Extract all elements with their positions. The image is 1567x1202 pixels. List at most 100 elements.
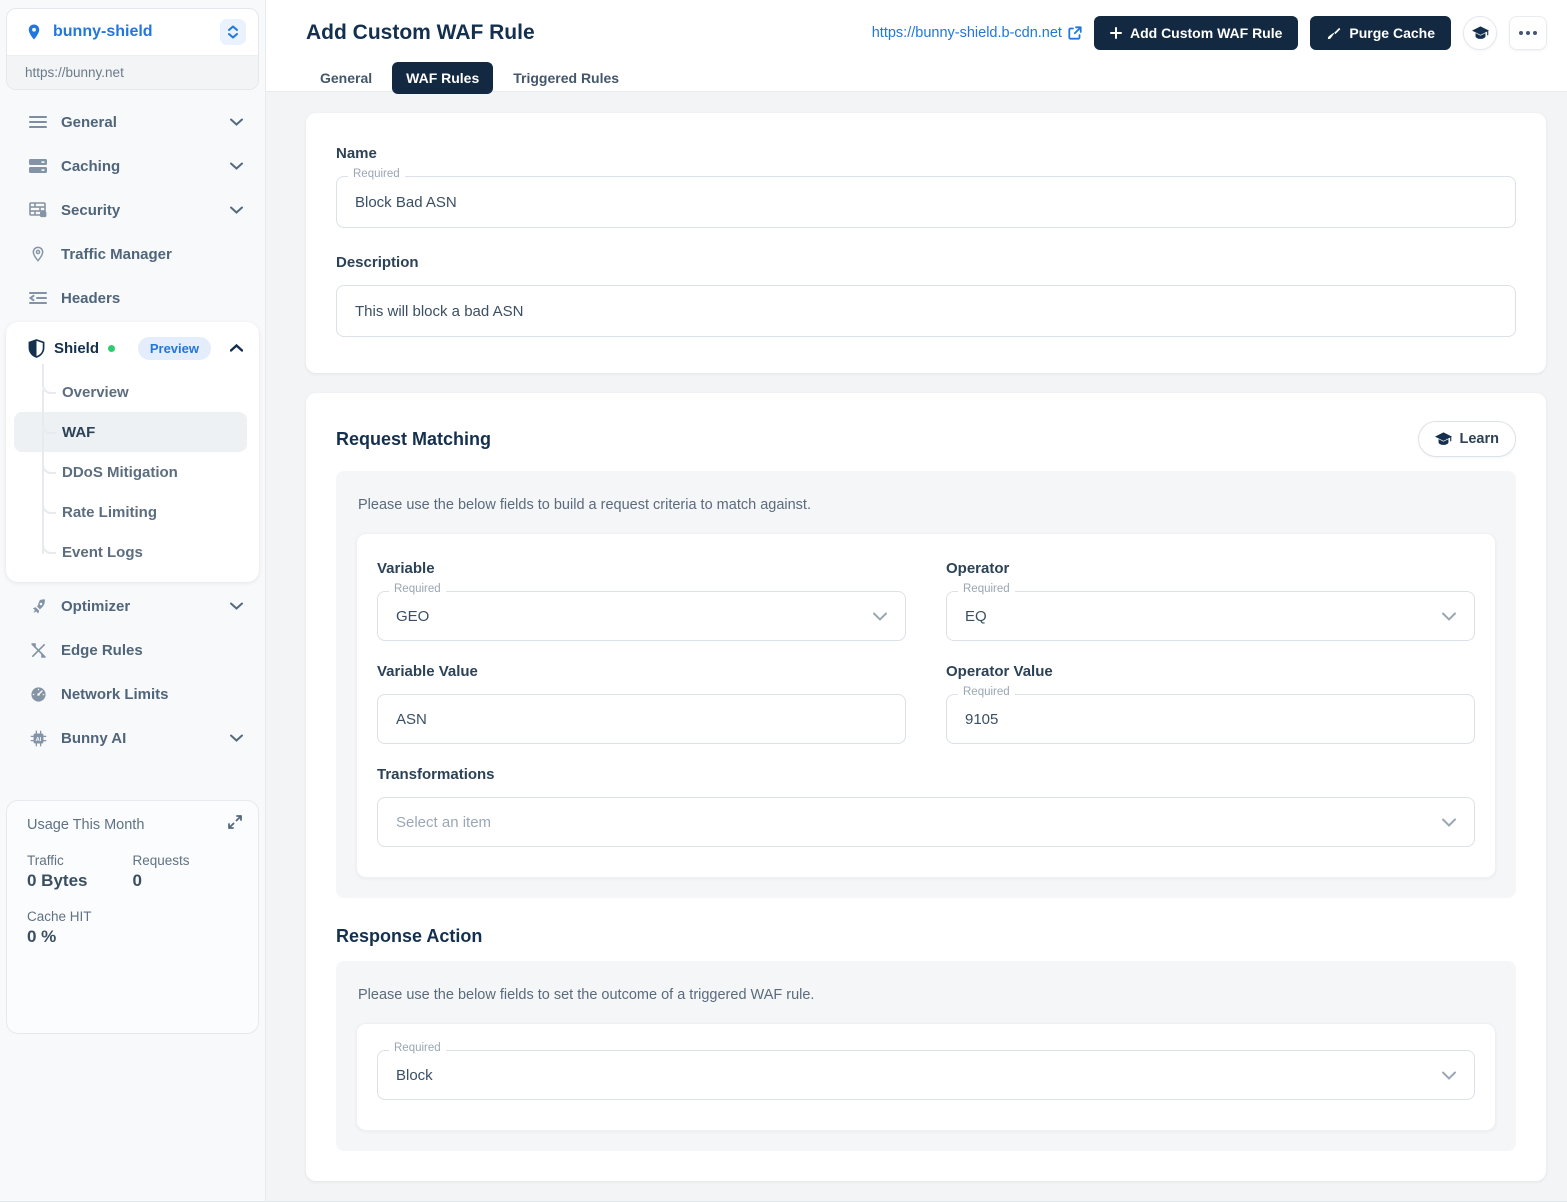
variable-value-field: Variable Value bbox=[377, 663, 906, 744]
tab-triggered-rules[interactable]: Triggered Rules bbox=[499, 62, 633, 94]
hamburger-lines-icon bbox=[28, 115, 48, 129]
chevron-down-icon bbox=[1442, 612, 1456, 621]
content: Name Required Description Request Matchi… bbox=[266, 92, 1567, 1201]
sidebar-item-caching[interactable]: Caching bbox=[6, 144, 259, 188]
variable-value-input[interactable] bbox=[377, 694, 906, 744]
variable-value-label: Variable Value bbox=[377, 663, 478, 680]
chevron-down-icon bbox=[230, 602, 243, 610]
description-input[interactable] bbox=[336, 285, 1516, 337]
sidebar-shield-section: Shield Preview Overview WAF DDoS Mitigat… bbox=[6, 322, 259, 582]
chevron-down-icon bbox=[230, 162, 243, 170]
variable-field: Variable Required GEO bbox=[377, 560, 906, 641]
main: Add Custom WAF Rule https://bunny-shield… bbox=[266, 0, 1567, 1201]
transformations-label: Transformations bbox=[377, 766, 495, 783]
graduation-cap-icon bbox=[1471, 25, 1489, 41]
usage-cache-hit: Cache HIT 0 % bbox=[27, 909, 92, 946]
preview-badge: Preview bbox=[137, 336, 211, 360]
learn-button[interactable]: Learn bbox=[1417, 421, 1516, 457]
required-legend: Required bbox=[348, 168, 405, 180]
add-custom-waf-rule-button[interactable]: Add Custom WAF Rule bbox=[1093, 16, 1299, 50]
external-link-icon bbox=[1068, 26, 1082, 40]
request-matching-title: Request Matching bbox=[336, 428, 492, 449]
server-stack-icon bbox=[28, 158, 48, 174]
response-action-select[interactable]: Block bbox=[377, 1050, 1475, 1100]
rule-details-card: Name Required Description bbox=[306, 113, 1546, 373]
pullzone-name: bunny-shield bbox=[53, 23, 153, 40]
response-action-panel: Please use the below fields to set the o… bbox=[336, 961, 1516, 1151]
request-matching-hint: Please use the below fields to build a r… bbox=[358, 497, 811, 513]
request-matching-panel: Please use the below fields to build a r… bbox=[336, 471, 1516, 898]
pullzone-switcher-icon[interactable] bbox=[220, 19, 246, 45]
variable-label: Variable bbox=[377, 560, 435, 577]
sidebar: bunny-shield https://bunny.net General C… bbox=[0, 0, 266, 1201]
shield-submenu: Overview WAF DDoS Mitigation Rate Limiti… bbox=[6, 364, 259, 572]
description-label: Description bbox=[336, 254, 419, 271]
chevron-down-icon bbox=[230, 206, 243, 214]
usage-traffic: Traffic 0 Bytes bbox=[27, 853, 88, 890]
more-options-button[interactable] bbox=[1509, 16, 1547, 50]
expand-icon[interactable] bbox=[228, 815, 242, 829]
svg-text:AI: AI bbox=[35, 736, 41, 742]
brick-wall-lock-icon bbox=[28, 202, 48, 218]
operator-value-field: Operator Value Required bbox=[946, 663, 1475, 744]
response-action-title: Response Action bbox=[336, 926, 483, 946]
crossed-tools-icon bbox=[28, 642, 48, 659]
tab-general[interactable]: General bbox=[306, 62, 386, 94]
page-title: Add Custom WAF Rule bbox=[306, 21, 535, 44]
usage-title: Usage This Month bbox=[27, 817, 145, 833]
tab-bar: General WAF Rules Triggered Rules bbox=[306, 62, 1547, 94]
chevron-down-icon bbox=[230, 118, 243, 126]
criteria-card: Variable Required GEO Operator Required … bbox=[356, 533, 1496, 878]
name-label: Name bbox=[336, 145, 377, 162]
required-legend: Required bbox=[389, 583, 446, 595]
pullzone-selector[interactable]: bunny-shield bbox=[7, 9, 258, 55]
sidebar-nav: General Caching Security Traffic Manager… bbox=[6, 100, 259, 760]
required-legend: Required bbox=[958, 583, 1015, 595]
sidebar-item-event-logs[interactable]: Event Logs bbox=[6, 524, 247, 572]
sidebar-item-security[interactable]: Security bbox=[6, 188, 259, 232]
sidebar-item-optimizer[interactable]: Optimizer bbox=[6, 584, 259, 628]
graduation-cap-icon bbox=[1434, 431, 1452, 447]
operator-select[interactable]: EQ bbox=[946, 591, 1475, 641]
location-pin-icon bbox=[28, 245, 48, 263]
name-input[interactable] bbox=[336, 176, 1516, 228]
chevron-down-icon bbox=[1442, 818, 1456, 827]
sidebar-item-network-limits[interactable]: Network Limits bbox=[6, 672, 259, 716]
operator-field: Operator Required EQ bbox=[946, 560, 1475, 641]
sidebar-item-bunny-ai[interactable]: AI Bunny AI bbox=[6, 716, 259, 760]
transformations-select[interactable]: Select an item bbox=[377, 797, 1475, 847]
broom-icon bbox=[1326, 26, 1341, 41]
sidebar-item-headers[interactable]: Headers bbox=[6, 276, 259, 320]
shield-icon bbox=[28, 338, 45, 358]
purge-cache-button[interactable]: Purge Cache bbox=[1310, 16, 1451, 50]
plus-icon bbox=[1109, 27, 1122, 39]
operator-label: Operator bbox=[946, 560, 1010, 577]
indent-arrow-lines-icon bbox=[28, 291, 48, 305]
gauge-icon bbox=[28, 686, 48, 703]
tab-waf-rules[interactable]: WAF Rules bbox=[392, 62, 494, 94]
active-dot bbox=[108, 344, 116, 352]
operator-value-input[interactable] bbox=[946, 694, 1475, 744]
learn-academy-button[interactable] bbox=[1463, 16, 1497, 50]
main-header: Add Custom WAF Rule https://bunny-shield… bbox=[266, 0, 1567, 94]
usage-requests: Requests 0 bbox=[132, 853, 190, 890]
required-legend: Required bbox=[389, 1042, 446, 1054]
usage-panel: Usage This Month Traffic 0 Bytes Request… bbox=[6, 800, 259, 1034]
action-card: Required Block bbox=[356, 1023, 1496, 1131]
chevron-up-icon bbox=[230, 344, 243, 352]
pullzone-url: https://bunny.net bbox=[7, 55, 258, 89]
sidebar-item-traffic-manager[interactable]: Traffic Manager bbox=[6, 232, 259, 276]
ai-chip-icon: AI bbox=[28, 730, 48, 747]
sidebar-item-edge-rules[interactable]: Edge Rules bbox=[6, 628, 259, 672]
response-action-hint: Please use the below fields to set the o… bbox=[358, 987, 815, 1003]
sidebar-item-general[interactable]: General bbox=[6, 100, 259, 144]
chevron-down-icon bbox=[1442, 1071, 1456, 1080]
rocket-icon bbox=[28, 598, 48, 615]
required-legend: Required bbox=[958, 686, 1015, 698]
cdn-link[interactable]: https://bunny-shield.b-cdn.net bbox=[872, 25, 1082, 41]
location-pin-icon bbox=[25, 23, 43, 41]
pullzone-selector-card: bunny-shield https://bunny.net bbox=[6, 8, 259, 90]
chevron-down-icon bbox=[230, 734, 243, 742]
variable-select[interactable]: GEO bbox=[377, 591, 906, 641]
waf-rule-card: Request Matching Learn Please use the be… bbox=[306, 393, 1546, 1181]
